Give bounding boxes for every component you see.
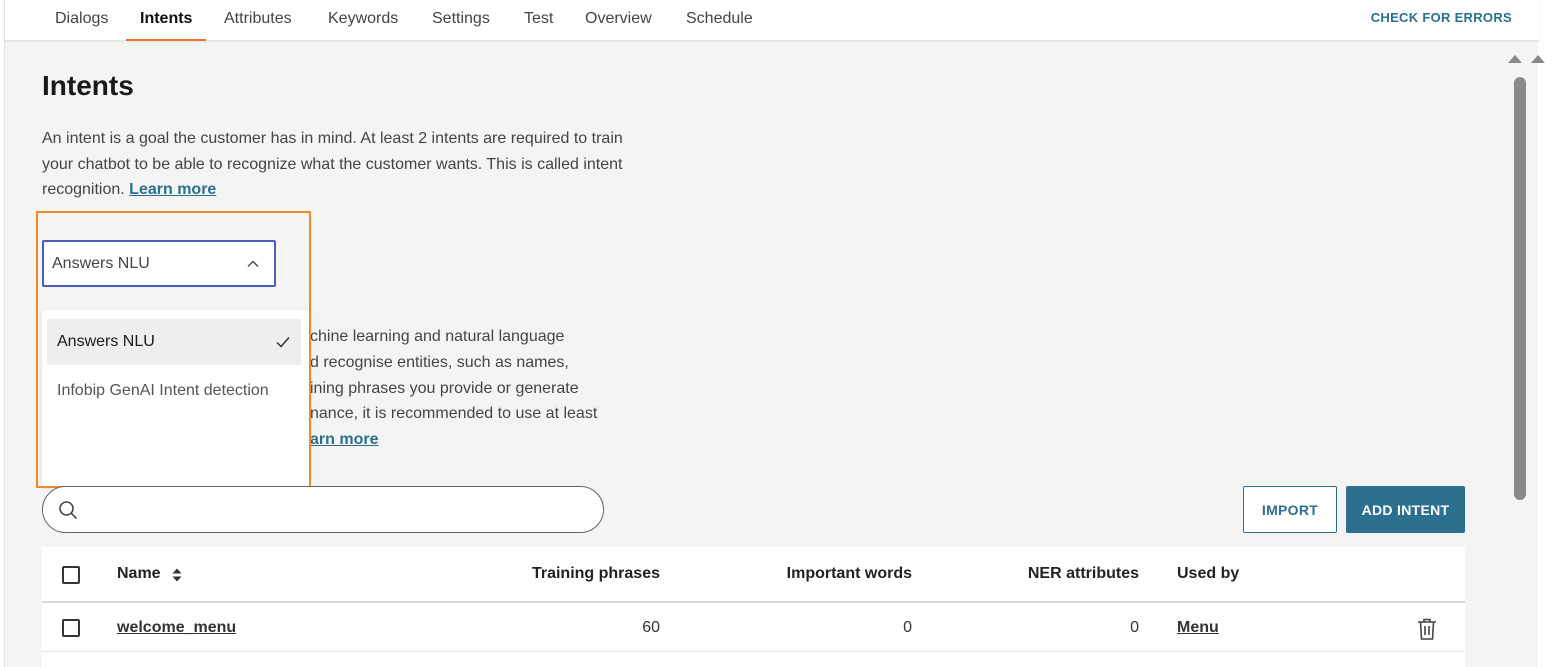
column-header-used-by: Used by (1177, 565, 1240, 582)
add-intent-button[interactable]: ADD INTENT (1346, 486, 1465, 533)
tab-schedule[interactable]: Schedule (686, 0, 753, 41)
tab-settings[interactable]: Settings (432, 0, 490, 41)
column-header-training-phrases: Training phrases (531, 565, 660, 582)
trash-icon[interactable] (1416, 617, 1438, 641)
table-row: welcome_menu 60 0 0 Menu (42, 604, 1465, 652)
intents-table: Name Training phrases Important words NE… (42, 547, 1465, 667)
highlight-frame (36, 211, 311, 488)
select-all-checkbox[interactable] (62, 566, 80, 584)
app-window: Dialogs Intents Attributes Keywords Sett… (4, 0, 1545, 667)
table-header: Name Training phrases Important words NE… (42, 547, 1465, 603)
scrollbar-thumb[interactable] (1514, 77, 1526, 500)
scroll-up-arrow[interactable] (1508, 55, 1522, 63)
top-navigation: Dialogs Intents Attributes Keywords Sett… (5, 0, 1539, 41)
page-title: Intents (42, 70, 134, 101)
training-phrases-count: 60 (642, 619, 660, 636)
search-input[interactable] (93, 497, 583, 523)
engine-description-line: ining phrases you provide or generate (310, 379, 579, 397)
engine-description-line: nance, it is recommended to use at least (310, 405, 598, 423)
search-box (42, 486, 604, 533)
important-words-count: 0 (903, 619, 912, 636)
used-by-link[interactable]: Menu (1177, 619, 1219, 637)
tab-attributes[interactable]: Attributes (224, 0, 292, 41)
column-header-name[interactable]: Name (117, 565, 161, 583)
sort-icon[interactable] (171, 567, 183, 583)
intent-name-link[interactable]: welcome_menu (117, 619, 236, 637)
search-icon (59, 501, 78, 520)
tab-dialogs[interactable]: Dialogs (55, 0, 108, 41)
engine-learn-more-link[interactable]: arn more (310, 431, 378, 448)
engine-description-line: d recognise entities, such as names, (310, 353, 569, 371)
engine-description-line: chine learning and natural language (310, 328, 565, 345)
scroll-up-arrow[interactable] (1531, 55, 1545, 63)
learn-more-link[interactable]: Learn more (129, 181, 216, 198)
tab-overview[interactable]: Overview (585, 0, 652, 41)
tab-intents[interactable]: Intents (125, 0, 208, 41)
import-button[interactable]: IMPORT (1243, 486, 1337, 533)
tab-keywords[interactable]: Keywords (328, 0, 398, 41)
engine-description: chine learning and natural language d re… (310, 324, 650, 453)
column-header-ner-attributes: NER attributes (1027, 565, 1139, 582)
column-header-important-words: Important words (786, 565, 912, 582)
check-for-errors-button[interactable]: CHECK FOR ERRORS (1371, 0, 1512, 37)
tab-test[interactable]: Test (524, 0, 553, 41)
page-description: An intent is a goal the customer has in … (42, 126, 642, 203)
ner-attributes-count: 0 (1130, 619, 1139, 636)
row-checkbox[interactable] (62, 619, 80, 637)
